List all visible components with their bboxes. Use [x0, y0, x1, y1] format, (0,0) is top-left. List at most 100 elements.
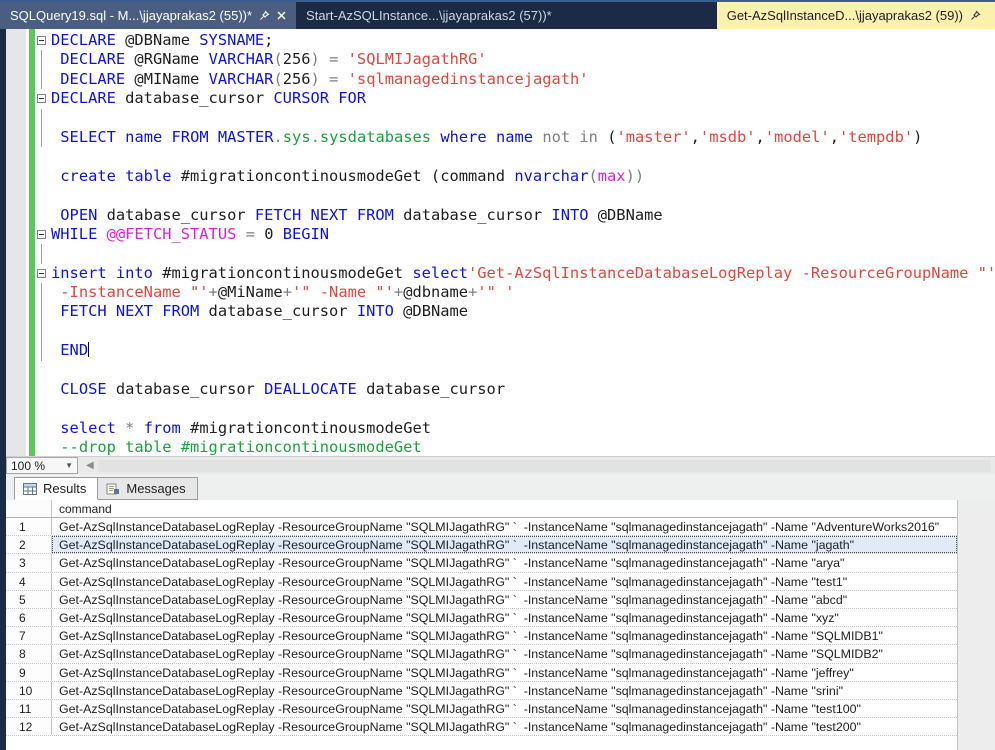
table-row[interactable]: 1Get-AzSqlInstanceDatabaseLogReplay -Res…	[6, 518, 957, 536]
column-header-command[interactable]: command	[52, 500, 957, 517]
tab-messages[interactable]: Messages	[98, 477, 197, 500]
code-text: DECLARE @MIName VARCHAR(256) = 'sqlmanag…	[51, 70, 589, 89]
code-text: DECLARE database_cursor CURSOR FOR	[51, 89, 366, 108]
zoom-level-dropdown[interactable]: 100 % ▼	[6, 457, 78, 474]
code-line: create table #migrationcontinousmodeGet …	[35, 167, 995, 186]
tab-title: SQLQuery19.sql - M...\jjayaprakas2 (55))…	[10, 8, 252, 23]
code-line: CLOSE database_cursor DEALLOCATE databas…	[35, 380, 995, 399]
table-row[interactable]: 10Get-AzSqlInstanceDatabaseLogReplay -Re…	[6, 682, 957, 700]
collapse-region[interactable]	[35, 31, 51, 50]
command-cell[interactable]: Get-AzSqlInstanceDatabaseLogReplay -Reso…	[52, 609, 957, 626]
command-cell[interactable]: Get-AzSqlInstanceDatabaseLogReplay -Reso…	[52, 554, 957, 571]
code-text: END	[51, 341, 89, 360]
document-tab-bar: SQLQuery19.sql - M...\jjayaprakas2 (55))…	[0, 2, 995, 29]
row-number-cell[interactable]: 8	[6, 645, 52, 662]
table-row[interactable]: 2Get-AzSqlInstanceDatabaseLogReplay -Res…	[6, 536, 957, 554]
row-number-cell[interactable]: 6	[6, 609, 52, 626]
row-number-cell[interactable]: 2	[6, 536, 52, 553]
tab-start-azsqlinstance[interactable]: Start-AzSQLInstance...\jjayaprakas2 (57)…	[296, 2, 592, 29]
code-line	[35, 244, 995, 263]
horizontal-scrollbar[interactable]: ◀	[78, 457, 995, 474]
fold-margin	[35, 380, 51, 399]
fold-margin	[35, 147, 51, 166]
fold-margin	[35, 283, 51, 302]
collapse-minus-icon[interactable]	[37, 94, 46, 103]
row-number-cell[interactable]: 7	[6, 627, 52, 644]
collapse-region[interactable]	[35, 225, 51, 244]
row-number-cell[interactable]: 3	[6, 554, 52, 571]
pin-icon[interactable]	[259, 10, 270, 21]
fold-margin	[35, 50, 51, 69]
code-text: -InstanceName "'+@MiName+'" -Name "'+@db…	[51, 283, 514, 302]
fold-margin	[35, 244, 51, 263]
tab-results[interactable]: Results	[14, 477, 98, 500]
close-icon[interactable]	[277, 11, 286, 20]
code-text: WHILE @@FETCH_STATUS = 0 BEGIN	[51, 225, 329, 244]
row-number-cell[interactable]: 10	[6, 682, 52, 699]
fold-margin	[35, 109, 51, 128]
grid-corner-cell[interactable]	[6, 500, 52, 517]
tab-sqlquery19[interactable]: SQLQuery19.sql - M...\jjayaprakas2 (55))…	[0, 2, 296, 29]
collapse-minus-icon[interactable]	[37, 269, 46, 278]
command-cell[interactable]: Get-AzSqlInstanceDatabaseLogReplay -Reso…	[52, 645, 957, 662]
sql-editor[interactable]: DECLARE @DBName SYSNAME; DECLARE @RGName…	[6, 29, 995, 456]
command-cell[interactable]: Get-AzSqlInstanceDatabaseLogReplay -Reso…	[52, 591, 957, 608]
collapse-region[interactable]	[35, 89, 51, 108]
chevron-down-icon: ▼	[65, 461, 73, 470]
collapse-minus-icon[interactable]	[37, 36, 46, 45]
code-line	[35, 147, 995, 166]
command-cell[interactable]: Get-AzSqlInstanceDatabaseLogReplay -Reso…	[52, 664, 957, 681]
table-row[interactable]: 3Get-AzSqlInstanceDatabaseLogReplay -Res…	[6, 554, 957, 572]
command-cell[interactable]: Get-AzSqlInstanceDatabaseLogReplay -Reso…	[52, 627, 957, 644]
fold-margin	[35, 361, 51, 380]
scroll-left-icon[interactable]: ◀	[86, 460, 94, 471]
row-number-cell[interactable]: 1	[6, 518, 52, 535]
tab-title: Get-AzSqlInstanceD...\jjayaprakas2 (59))	[727, 8, 963, 23]
code-line: DECLARE @RGName VARCHAR(256) = 'SQLMIJag…	[35, 50, 995, 69]
collapse-minus-icon[interactable]	[37, 230, 46, 239]
tab-title: Start-AzSQLInstance...\jjayaprakas2 (57)…	[306, 8, 552, 23]
command-cell[interactable]: Get-AzSqlInstanceDatabaseLogReplay -Reso…	[52, 700, 957, 717]
row-number-cell[interactable]: 11	[6, 700, 52, 717]
fold-margin	[35, 206, 51, 225]
row-number-cell[interactable]: 5	[6, 591, 52, 608]
table-row[interactable]: 11Get-AzSqlInstanceDatabaseLogReplay -Re…	[6, 700, 957, 718]
zoom-level-value: 100 %	[11, 459, 45, 473]
row-number-cell[interactable]: 12	[6, 718, 52, 735]
results-grid: command 1Get-AzSqlInstanceDatabaseLogRep…	[6, 500, 995, 750]
code-text: FETCH NEXT FROM database_cursor INTO @DB…	[51, 302, 468, 321]
code-text: SELECT name FROM MASTER.sys.sysdatabases…	[51, 128, 922, 147]
table-row[interactable]: 7Get-AzSqlInstanceDatabaseLogReplay -Res…	[6, 627, 957, 645]
row-number-cell[interactable]: 4	[6, 573, 52, 590]
fold-margin	[35, 341, 51, 360]
command-cell[interactable]: Get-AzSqlInstanceDatabaseLogReplay -Reso…	[52, 682, 957, 699]
code-text: OPEN database_cursor FETCH NEXT FROM dat…	[51, 206, 663, 225]
fold-margin	[35, 302, 51, 321]
fold-margin	[35, 128, 51, 147]
command-cell[interactable]: Get-AzSqlInstanceDatabaseLogReplay -Reso…	[52, 536, 957, 553]
command-cell[interactable]: Get-AzSqlInstanceDatabaseLogReplay -Reso…	[52, 718, 957, 735]
code-line	[35, 322, 995, 341]
fold-margin	[35, 70, 51, 89]
pin-icon[interactable]	[970, 10, 981, 21]
scrollbar-thumb[interactable]	[98, 460, 991, 472]
code-text: create table #migrationcontinousmodeGet …	[51, 167, 644, 186]
tab-get-azsqlinstance[interactable]: Get-AzSqlInstanceD...\jjayaprakas2 (59))	[717, 2, 995, 29]
table-row[interactable]: 6Get-AzSqlInstanceDatabaseLogReplay -Res…	[6, 609, 957, 627]
table-row[interactable]: 9Get-AzSqlInstanceDatabaseLogReplay -Res…	[6, 664, 957, 682]
code-line: --drop table #migrationcontinousmodeGet	[35, 438, 995, 456]
table-row[interactable]: 4Get-AzSqlInstanceDatabaseLogReplay -Res…	[6, 573, 957, 591]
table-row[interactable]: 12Get-AzSqlInstanceDatabaseLogReplay -Re…	[6, 718, 957, 736]
row-number-cell[interactable]: 9	[6, 664, 52, 681]
collapse-region[interactable]	[35, 264, 51, 283]
code-line: FETCH NEXT FROM database_cursor INTO @DB…	[35, 302, 995, 321]
table-row[interactable]: 5Get-AzSqlInstanceDatabaseLogReplay -Res…	[6, 591, 957, 609]
code-text: CLOSE database_cursor DEALLOCATE databas…	[51, 380, 505, 399]
code-line: OPEN database_cursor FETCH NEXT FROM dat…	[35, 206, 995, 225]
table-row[interactable]: 8Get-AzSqlInstanceDatabaseLogReplay -Res…	[6, 645, 957, 663]
fold-margin	[35, 186, 51, 205]
results-grid-table: command 1Get-AzSqlInstanceDatabaseLogRep…	[6, 500, 958, 750]
tab-messages-label: Messages	[126, 481, 185, 496]
command-cell[interactable]: Get-AzSqlInstanceDatabaseLogReplay -Reso…	[52, 573, 957, 590]
command-cell[interactable]: Get-AzSqlInstanceDatabaseLogReplay -Reso…	[52, 518, 957, 535]
